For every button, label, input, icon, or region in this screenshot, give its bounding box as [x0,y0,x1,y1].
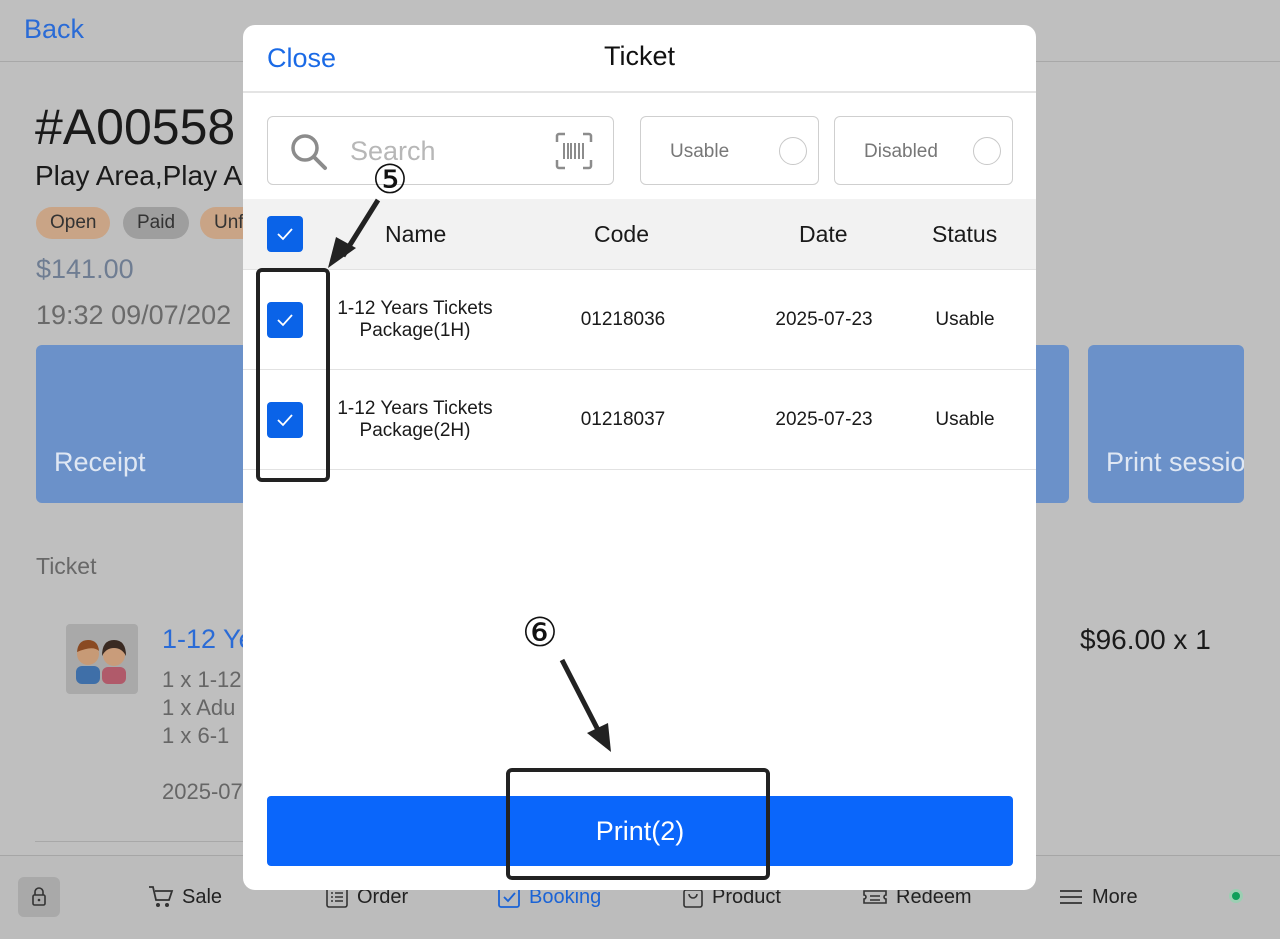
annotation-box-print [506,768,770,880]
annotation-step-6: ⑥ [522,610,558,656]
annotation-arrow-6 [559,658,601,732]
annotation-arrowhead-6 [587,723,611,752]
